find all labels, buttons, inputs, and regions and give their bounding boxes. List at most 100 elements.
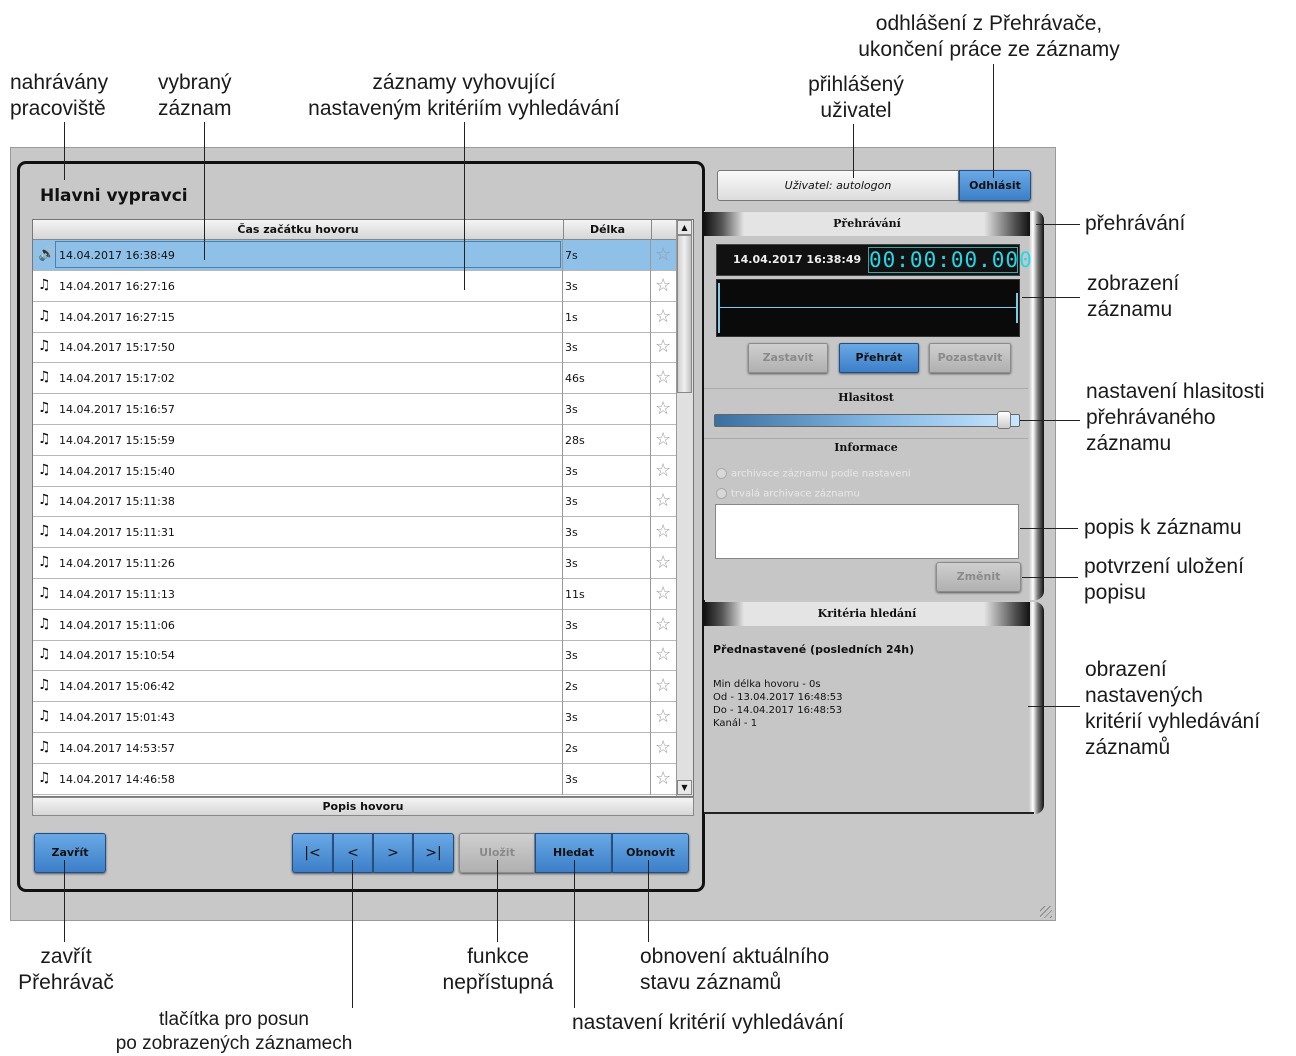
play-button[interactable]: Přehrát	[839, 343, 919, 373]
radio-archive-by-settings-label: archivace záznamu podle nastavení	[731, 468, 911, 480]
criteria-to: Do - 14.04.2017 16:48:53	[713, 705, 843, 716]
star-icon[interactable]: ☆	[655, 583, 671, 604]
pointer-line	[1020, 528, 1078, 529]
logout-button[interactable]: Odhlásit	[959, 170, 1031, 201]
radio-archive-by-settings[interactable]: archivace záznamu podle nastavení	[716, 468, 911, 480]
pointer-line	[204, 122, 205, 260]
star-icon[interactable]: ☆	[655, 368, 671, 388]
criteria-preset: Přednastavené (posledních 24h)	[713, 643, 915, 656]
row-start-time: 14.04.2017 15:10:54	[59, 649, 175, 663]
pointer-line	[1022, 577, 1078, 578]
row-start-time: 14.04.2017 15:17:50	[59, 341, 175, 355]
annotation-playback: přehrávání	[1085, 212, 1186, 235]
table-row[interactable]: ♫ 14.04.2017 15:11:13 11s ☆	[33, 578, 679, 610]
annotation-unavailable: funkce nepřístupná	[442, 945, 554, 994]
call-description-bar[interactable]: Popis hovoru	[32, 797, 694, 816]
music-note-icon: ♫	[38, 646, 51, 663]
next-page-button[interactable]: >	[373, 833, 413, 873]
table-row[interactable]: ♫ 14.04.2017 15:15:59 28s ☆	[33, 424, 679, 456]
star-icon[interactable]: ☆	[655, 614, 671, 635]
last-page-button[interactable]: >|	[413, 833, 454, 873]
table-row[interactable]: ♫ 14.04.2017 15:11:38 3s ☆	[33, 486, 679, 518]
row-start-time: 14.04.2017 15:16:57	[59, 403, 175, 416]
star-icon[interactable]: ☆	[655, 399, 671, 419]
table-row[interactable]: ♫ 14.04.2017 15:11:06 3s ☆	[33, 609, 679, 641]
stop-button[interactable]: Zastavit	[748, 343, 828, 373]
close-button[interactable]: Zavřít	[34, 833, 106, 873]
star-icon[interactable]: ☆	[655, 306, 671, 327]
row-start-time: 14.04.2017 15:11:31	[59, 526, 175, 540]
volume-slider-handle[interactable]	[997, 411, 1012, 429]
annotation-logged-user: přihlášený uživatel	[808, 73, 904, 122]
volume-slider[interactable]	[714, 414, 1020, 427]
table-row[interactable]: ♫ 14.04.2017 15:11:31 3s ☆	[33, 517, 679, 549]
star-icon[interactable]: ☆	[655, 429, 671, 450]
table-row[interactable]: ♫ 14.04.2017 16:27:15 1s ☆	[33, 301, 679, 333]
row-length: 3s	[565, 495, 578, 509]
resize-grip-icon[interactable]	[1040, 906, 1052, 918]
star-icon[interactable]: ☆	[655, 553, 671, 573]
information-label: Informace	[704, 438, 1028, 454]
row-length: 3s	[565, 279, 578, 293]
column-header-star	[651, 220, 679, 240]
pointer-line	[497, 860, 498, 942]
pointer-line	[1036, 224, 1080, 225]
table-row[interactable]: ♫ 14.04.2017 15:17:02 46s ☆	[33, 363, 679, 395]
change-description-button[interactable]: Změnit	[936, 562, 1021, 592]
pointer-line	[352, 860, 353, 1008]
star-icon[interactable]: ☆	[655, 275, 671, 296]
table-row[interactable]: ♫ 14.04.2017 15:01:43 3s ☆	[33, 702, 679, 733]
star-icon[interactable]: ☆	[655, 737, 671, 758]
star-icon[interactable]: ☆	[655, 460, 671, 481]
row-length: 3s	[565, 649, 578, 663]
row-start-time: 14.04.2017 14:53:57	[59, 741, 175, 755]
star-icon[interactable]: ☆	[655, 491, 671, 511]
prev-page-button[interactable]: <	[333, 833, 373, 873]
annotation-display: zobrazení záznamu	[1087, 272, 1180, 321]
star-icon[interactable]: ☆	[655, 707, 671, 727]
table-row[interactable]: ♫ 14.04.2017 15:10:54 3s ☆	[33, 640, 679, 672]
table-row[interactable]: ♫ 14.04.2017 15:06:42 2s ☆	[33, 671, 679, 703]
table-row[interactable]: ♫ 14.04.2017 14:46:58 3s ☆	[33, 763, 679, 795]
row-length: 3s	[565, 464, 578, 478]
star-icon[interactable]: ☆	[655, 645, 671, 665]
table-row[interactable]: ♫ 14.04.2017 14:53:57 2s ☆	[33, 732, 679, 764]
refresh-button[interactable]: Obnovit	[612, 833, 689, 873]
radio-permanent-archive[interactable]: trvalá archivace záznamu	[716, 488, 860, 500]
speaker-icon: 🔊	[38, 246, 56, 262]
music-note-icon: ♫	[38, 615, 51, 632]
annotation-selected-record: vybraný záznam	[158, 71, 232, 120]
table-row[interactable]: ♫ 14.04.2017 15:11:26 3s ☆	[33, 548, 679, 579]
table-row[interactable]: ♫ 14.04.2017 15:16:57 3s ☆	[33, 394, 679, 425]
table-row[interactable]: ♫ 14.04.2017 16:27:16 3s ☆	[33, 270, 679, 302]
column-header-length[interactable]: Délka	[563, 220, 651, 240]
table-row[interactable]: ♫ 14.04.2017 15:17:50 3s ☆	[33, 332, 679, 364]
music-note-icon: ♫	[38, 461, 51, 478]
star-icon[interactable]: ☆	[655, 768, 671, 789]
row-start-time: 14.04.2017 15:17:02	[59, 372, 175, 386]
waveform-display[interactable]	[716, 279, 1020, 337]
music-note-icon: ♫	[38, 769, 51, 786]
record-description-textarea[interactable]	[715, 504, 1019, 559]
column-header-start-time[interactable]: Čas začátku hovoru	[33, 220, 563, 240]
row-length: 3s	[565, 341, 578, 355]
star-icon[interactable]: ☆	[655, 676, 671, 696]
scroll-up-button[interactable]: ▲	[677, 220, 692, 235]
row-length: 3s	[565, 526, 578, 540]
waveform-line	[718, 307, 1018, 308]
pause-button[interactable]: Pozastavit	[929, 343, 1011, 373]
annotation-criteria: obrazení nastavených kritérií vyhledáván…	[1085, 658, 1261, 759]
star-icon[interactable]: ☆	[655, 245, 671, 265]
star-icon[interactable]: ☆	[655, 337, 671, 357]
row-start-time: 14.04.2017 16:38:49	[59, 249, 175, 262]
table-row[interactable]: 🔊 14.04.2017 16:38:49 7s ☆	[33, 240, 679, 271]
pointer-line	[1022, 297, 1080, 298]
star-icon[interactable]: ☆	[655, 522, 671, 542]
scroll-down-button[interactable]: ▼	[677, 780, 692, 795]
pointer-line	[1020, 420, 1080, 421]
first-page-button[interactable]: |<	[292, 833, 333, 873]
scroll-thumb[interactable]	[677, 235, 692, 393]
row-start-time: 14.04.2017 15:11:13	[59, 587, 175, 601]
row-length: 46s	[565, 372, 585, 386]
table-row[interactable]: ♫ 14.04.2017 15:15:40 3s ☆	[33, 455, 679, 487]
